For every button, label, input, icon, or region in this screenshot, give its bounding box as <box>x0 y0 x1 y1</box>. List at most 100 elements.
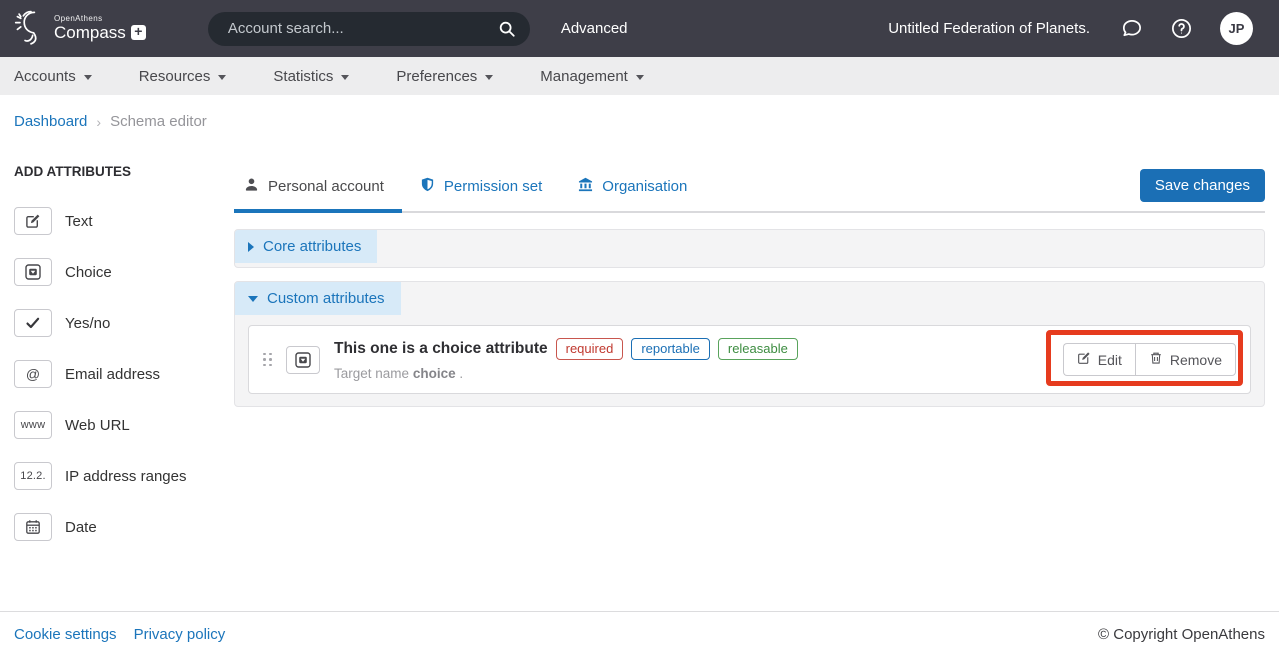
openathens-logo-icon <box>14 6 48 51</box>
tab-label: Personal account <box>268 178 384 195</box>
menu-item-label: Resources <box>139 68 211 85</box>
tab-permission-set[interactable]: Permission set <box>402 169 560 209</box>
chevron-down-icon <box>341 75 349 80</box>
attribute-title: This one is a choice attribute <box>334 340 548 358</box>
panel-title: Custom attributes <box>267 290 385 307</box>
person-icon <box>244 177 259 196</box>
brand-name-label: Compass <box>54 24 126 43</box>
chevron-right-icon <box>248 242 254 252</box>
brand-logo[interactable]: OpenAthens Compass + <box>14 6 146 51</box>
menu-item-resources[interactable]: Resources <box>139 68 227 85</box>
core-attributes-toggle[interactable]: Core attributes <box>235 230 377 263</box>
sidebar-item-label: IP address ranges <box>65 468 186 485</box>
main-menu: Accounts Resources Statistics Preference… <box>0 57 1279 95</box>
badge-releasable: releasable <box>718 338 798 360</box>
drag-handle[interactable] <box>263 353 273 367</box>
edit-button[interactable]: Edit <box>1063 343 1135 376</box>
badge-required: required <box>556 338 624 360</box>
chevron-down-icon <box>485 75 493 80</box>
menu-item-label: Accounts <box>14 68 76 85</box>
copyright-text: © Copyright OpenAthens <box>1098 626 1265 643</box>
custom-attributes-body: This one is a choice attribute required … <box>235 315 1264 406</box>
footer-links: Cookie settings Privacy policy <box>14 626 225 643</box>
at-sign-icon: @ <box>14 360 52 388</box>
attribute-info: This one is a choice attribute required … <box>334 338 798 381</box>
advanced-search-link[interactable]: Advanced <box>561 20 628 37</box>
sidebar-item-label: Choice <box>65 264 112 281</box>
menu-item-preferences[interactable]: Preferences <box>396 68 493 85</box>
tab-label: Organisation <box>602 178 687 195</box>
tab-organisation[interactable]: Organisation <box>560 169 705 209</box>
avatar[interactable]: JP <box>1220 12 1253 45</box>
pencil-square-icon <box>14 207 52 235</box>
ip-range-icon: 12.2. <box>14 462 52 490</box>
sidebar-item-ip-ranges[interactable]: 12.2. IP address ranges <box>14 462 234 490</box>
remove-button-label: Remove <box>1170 352 1222 368</box>
choice-dropdown-icon <box>286 346 320 374</box>
sidebar-item-label: Web URL <box>65 417 130 434</box>
chevron-down-icon <box>636 75 644 80</box>
sidebar-item-text[interactable]: Text <box>14 207 234 235</box>
sidebar-item-label: Date <box>65 519 97 536</box>
target-value: choice <box>413 366 456 381</box>
custom-attributes-panel: Custom attributes <box>234 281 1265 407</box>
sidebar-item-yesno[interactable]: Yes/no <box>14 309 234 337</box>
menu-item-statistics[interactable]: Statistics <box>273 68 349 85</box>
page: OpenAthens Compass + Advanced Untitled F… <box>0 0 1279 669</box>
breadcrumb-current: Schema editor <box>110 113 207 130</box>
remove-button[interactable]: Remove <box>1135 343 1236 376</box>
menu-item-management[interactable]: Management <box>540 68 644 85</box>
help-icon[interactable] <box>1170 17 1193 40</box>
check-icon <box>14 309 52 337</box>
sidebar-item-label: Yes/no <box>65 315 110 332</box>
organisation-name: Untitled Federation of Planets. <box>888 20 1090 37</box>
sidebar-title: ADD ATTRIBUTES <box>14 164 234 179</box>
sidebar-item-label: Email address <box>65 366 160 383</box>
trash-icon <box>1149 351 1163 368</box>
search-icon[interactable] <box>498 20 516 38</box>
top-navbar: OpenAthens Compass + Advanced Untitled F… <box>0 0 1279 57</box>
chat-bubble-icon[interactable] <box>1120 17 1143 40</box>
breadcrumb-dashboard-link[interactable]: Dashboard <box>14 113 87 130</box>
search-input[interactable] <box>226 19 498 38</box>
topbar-right: Untitled Federation of Planets. JP <box>888 12 1253 45</box>
menu-item-accounts[interactable]: Accounts <box>14 68 92 85</box>
target-suffix: . <box>459 366 463 381</box>
sidebar-item-weburl[interactable]: www Web URL <box>14 411 234 439</box>
menu-item-label: Statistics <box>273 68 333 85</box>
schema-editor-main: Personal account Permission set <box>234 142 1279 407</box>
www-icon: www <box>14 411 52 439</box>
footer: Cookie settings Privacy policy © Copyrig… <box>0 611 1279 669</box>
chevron-down-icon <box>248 296 258 302</box>
tab-personal-account[interactable]: Personal account <box>234 169 402 213</box>
cookie-settings-link[interactable]: Cookie settings <box>14 626 117 643</box>
menu-item-label: Preferences <box>396 68 477 85</box>
calendar-icon <box>14 513 52 541</box>
privacy-policy-link[interactable]: Privacy policy <box>134 626 226 643</box>
save-changes-button[interactable]: Save changes <box>1140 169 1265 202</box>
badge-reportable: reportable <box>631 338 710 360</box>
attribute-actions: Edit <box>1063 343 1236 376</box>
choice-dropdown-icon <box>14 258 52 286</box>
content: ADD ATTRIBUTES Text <box>0 142 1279 571</box>
breadcrumb-separator: › <box>96 114 101 130</box>
target-prefix: Target name <box>334 366 409 381</box>
custom-attributes-toggle[interactable]: Custom attributes <box>235 282 401 315</box>
bank-icon <box>578 177 593 196</box>
attribute-target-name: Target name choice . <box>334 366 798 381</box>
add-attributes-sidebar: ADD ATTRIBUTES Text <box>0 142 234 564</box>
tabs-row: Personal account Permission set <box>234 169 1265 213</box>
sidebar-item-date[interactable]: Date <box>14 513 234 541</box>
sidebar-item-email[interactable]: @ Email address <box>14 360 234 388</box>
menu-item-label: Management <box>540 68 628 85</box>
edit-button-label: Edit <box>1098 352 1122 368</box>
breadcrumb: Dashboard › Schema editor <box>0 95 1279 142</box>
sidebar-item-label: Text <box>65 213 93 230</box>
brand-text: OpenAthens Compass + <box>54 15 146 42</box>
sidebar-item-choice[interactable]: Choice <box>14 258 234 286</box>
brand-top-label: OpenAthens <box>54 15 146 24</box>
panel-title: Core attributes <box>263 238 361 255</box>
account-search <box>208 12 530 46</box>
edit-pencil-icon <box>1077 351 1091 368</box>
plus-icon: + <box>131 25 146 40</box>
